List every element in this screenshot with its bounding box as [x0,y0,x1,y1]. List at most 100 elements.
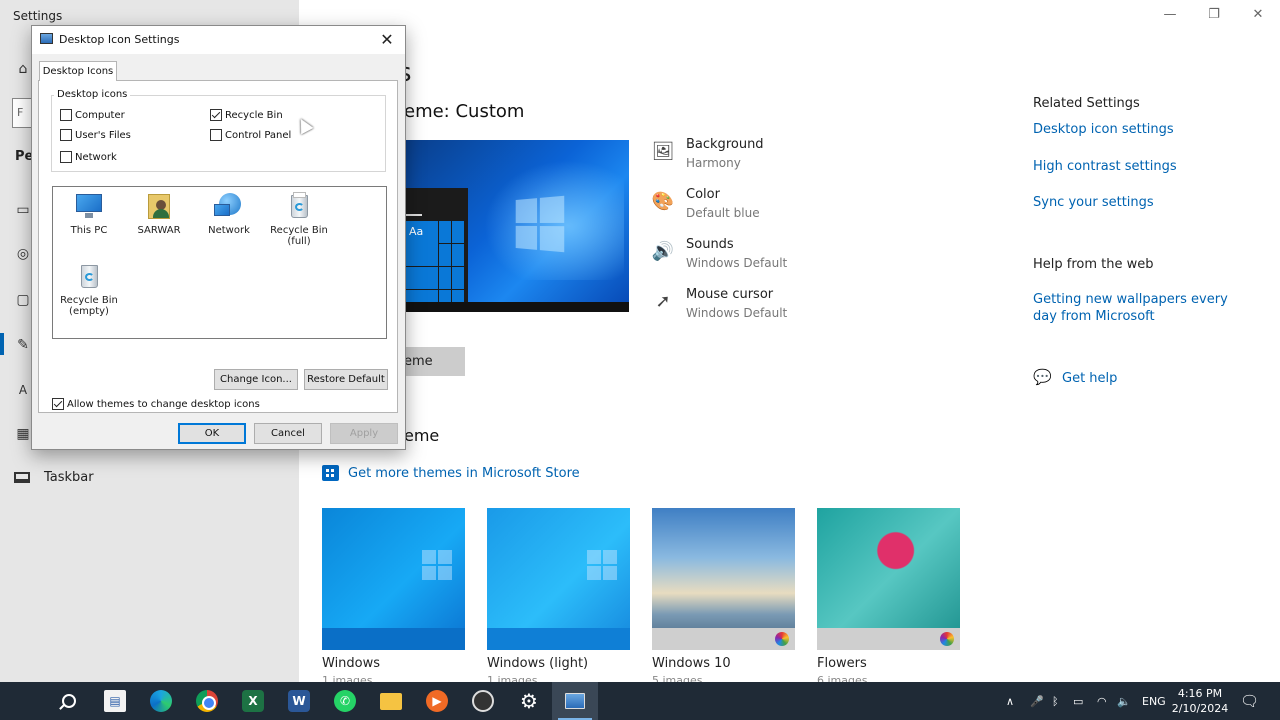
folder-icon [380,692,402,710]
windows-start-icon [15,693,32,710]
notifications-icon[interactable]: 🗨 [1240,682,1259,720]
taskbar-app-media-player[interactable]: ▶ [414,682,460,720]
home-icon[interactable]: ⌂ [14,60,32,78]
checkbox-computer[interactable]: Computer [60,109,125,121]
theme-card-windows[interactable]: Windows 1 images [322,508,465,683]
restore-default-button[interactable]: Restore Default [304,369,388,390]
chrome-icon [196,690,218,712]
store-link[interactable]: Get more themes in Microsoft Store [322,465,580,481]
lock-screen-nav-icon[interactable]: ▢ [14,291,32,309]
bluetooth-icon[interactable]: ᛒ [1052,682,1059,720]
checkbox-box[interactable] [210,129,222,141]
checkbox-network[interactable]: Network [60,151,117,163]
sidebar-item-taskbar[interactable]: Taskbar [14,470,94,485]
checkbox-users-files[interactable]: User's Files [60,129,131,141]
color-wheel-icon [940,632,954,646]
taskbar-nav-icon [14,472,30,483]
ok-button[interactable]: OK [178,423,246,444]
apply-theme-heading: eme [404,426,440,445]
wallpapers-link[interactable]: Getting new wallpapers every day from Mi… [1033,291,1233,325]
checkbox-box[interactable] [60,109,72,121]
desktop-icon-settings-link[interactable]: Desktop icon settings [1033,121,1174,138]
battery-icon[interactable]: ▭ [1073,682,1083,720]
dialog-titlebar[interactable]: Desktop Icon Settings ✕ [32,26,405,54]
microphone-icon[interactable]: 🎤 [1030,682,1044,720]
close-button[interactable]: ✕ [1236,0,1280,30]
word-icon: W [288,690,310,712]
save-theme-button[interactable]: eme [404,347,465,376]
fonts-nav-icon[interactable]: A [14,381,32,399]
checkbox-box[interactable] [210,109,222,121]
tab-desktop-icons[interactable]: Desktop Icons [39,61,117,81]
network-icon [214,192,244,220]
checkbox-box[interactable] [52,398,64,410]
get-help-link[interactable]: Get help [1062,370,1117,387]
wifi-icon[interactable]: ◠ [1097,682,1107,720]
sync-settings-link[interactable]: Sync your settings [1033,194,1154,211]
language-indicator[interactable]: ENG [1142,682,1166,720]
icon-item-recycle-bin-full[interactable]: Recycle Bin (full) [264,192,334,247]
taskbar-app-file-explorer[interactable] [368,682,414,720]
theme-thumbnail [487,508,630,650]
icon-item-network[interactable]: Network [194,192,264,236]
theme-card-windows-10[interactable]: Windows 10 5 images [652,508,795,683]
store-link-label: Get more themes in Microsoft Store [348,465,580,481]
tray-chevron-up-icon[interactable]: ∧ [1006,682,1014,720]
checkbox-recycle-bin[interactable]: Recycle Bin [210,109,283,121]
icon-label: SARWAR [137,225,181,236]
cancel-button[interactable]: Cancel [254,423,322,444]
color-wheel-icon [775,632,789,646]
change-icon-button[interactable]: Change Icon... [214,369,298,390]
taskbar-app-edge[interactable] [138,682,184,720]
theme-card-flowers[interactable]: Flowers 6 images [817,508,960,683]
checkbox-label: User's Files [75,129,131,141]
clock[interactable]: 4:16 PM 2/10/2024 [1170,686,1230,716]
preview-start-menu: Aa [404,188,468,302]
volume-icon[interactable]: 🔈 [1117,682,1131,720]
icon-item-user-files[interactable]: SARWAR [124,192,194,236]
search-button[interactable] [46,682,92,720]
checkbox-box[interactable] [60,129,72,141]
icon-label: (full) [287,236,311,247]
theme-card-windows-light[interactable]: Windows (light) 1 images [487,508,630,683]
taskbar-app-desktop-icon-settings[interactable] [552,682,598,720]
colors-nav-icon[interactable]: ◎ [14,245,32,263]
taskbar-app-settings[interactable]: ⚙ [506,682,552,720]
property-value: Windows Default [686,256,788,270]
start-button[interactable] [0,682,46,720]
minimize-button[interactable]: — [1148,0,1192,30]
dialog-close-button[interactable]: ✕ [375,28,399,52]
taskbar-app-recorder[interactable] [460,682,506,720]
themes-nav-icon[interactable]: ✎ [14,336,32,354]
property-value: Harmony [686,156,741,170]
clock-date: 2/10/2024 [1171,702,1229,715]
taskbar-app-chrome[interactable] [184,682,230,720]
apply-button[interactable]: Apply [330,423,398,444]
icon-item-this-pc[interactable]: This PC [54,192,124,236]
taskbar-app-whatsapp[interactable]: ✆ [322,682,368,720]
desktop-icon-settings-dialog: Desktop Icon Settings ✕ Desktop Icons De… [31,25,406,450]
desktop-icon-settings-icon [565,693,585,709]
high-contrast-settings-link[interactable]: High contrast settings [1033,158,1177,175]
checkbox-allow-themes[interactable]: Allow themes to change desktop icons [52,398,260,410]
taskbar-app-excel[interactable]: X [230,682,276,720]
maximize-button[interactable]: ❐ [1192,0,1236,30]
taskbar-app-documents[interactable]: ▤ [92,682,138,720]
checkbox-control-panel[interactable]: Control Panel [210,129,291,141]
background-nav-icon[interactable]: ▭ [14,201,32,219]
property-value: Windows Default [686,306,788,320]
excel-icon: X [242,690,264,712]
checkbox-box[interactable] [60,151,72,163]
windows-logo-icon [587,550,617,580]
icon-list[interactable]: This PC SARWAR Network Recycle Bin (full… [52,186,387,339]
group-label: Desktop icons [54,89,131,100]
theme-color-strip [487,628,630,650]
icon-item-recycle-bin-empty[interactable]: Recycle Bin (empty) [54,262,124,317]
taskbar-app-word[interactable]: W [276,682,322,720]
start-nav-icon[interactable]: ▦ [14,425,32,443]
edge-icon [150,690,172,712]
checkbox-label: Network [75,151,117,163]
theme-name: Windows 10 [652,656,731,671]
window-controls: — ❐ ✕ [1148,0,1280,30]
palette-icon: 🎨 [651,191,675,212]
